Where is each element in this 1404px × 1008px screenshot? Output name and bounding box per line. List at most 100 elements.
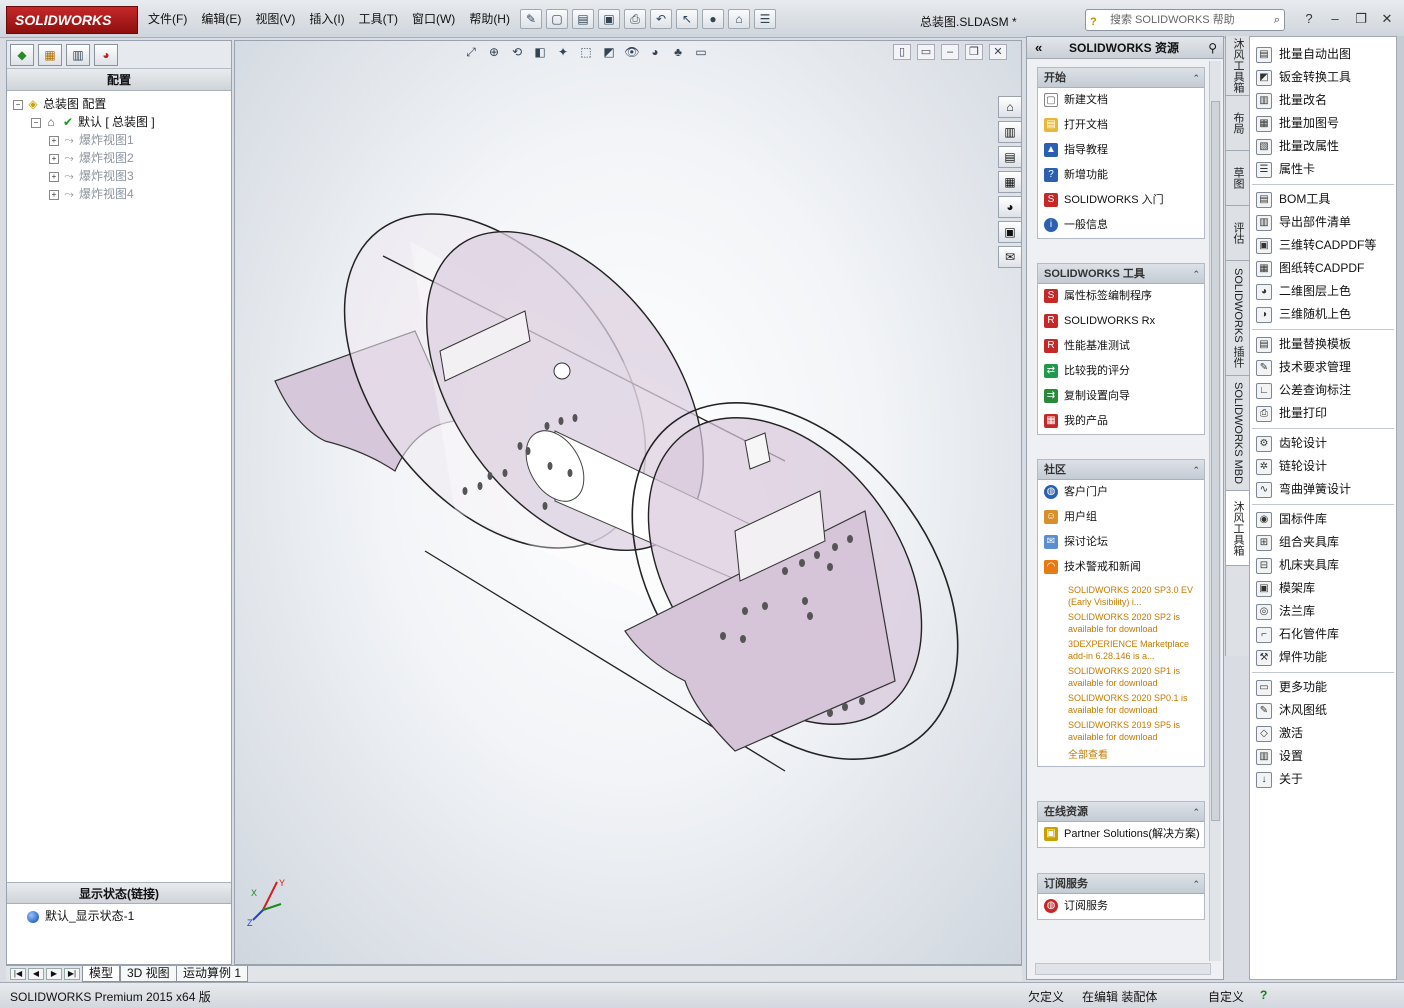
- file-properties-icon[interactable]: ⌂: [728, 9, 750, 29]
- news-item[interactable]: SOLIDWORKS 2020 SP0.1 is available for d…: [1038, 692, 1200, 716]
- property-manager-tab-icon[interactable]: ▦: [38, 44, 62, 66]
- tree-explode-view[interactable]: + ⤳ 爆炸视图3: [13, 167, 225, 185]
- link-views-icon[interactable]: ▭: [917, 44, 935, 60]
- plugin-item[interactable]: ◎ 法兰库: [1250, 600, 1396, 623]
- hide-show-icon[interactable]: 👁: [622, 43, 642, 61]
- section-online-header[interactable]: 在线资源 ⌃: [1038, 802, 1204, 822]
- res-discussion-forum[interactable]: ✉ 探讨论坛: [1038, 530, 1204, 555]
- section-community-header[interactable]: 社区 ⌃: [1038, 460, 1204, 480]
- vtab-evaluate[interactable]: 评估: [1226, 206, 1249, 261]
- options-icon[interactable]: ☰: [754, 9, 776, 29]
- appearances-icon[interactable]: ◕: [998, 196, 1022, 218]
- traffic-light-icon[interactable]: ●: [702, 9, 724, 29]
- plugin-item[interactable]: ▥ 设置: [1250, 745, 1396, 768]
- split-view-icon[interactable]: ▯: [893, 44, 911, 60]
- vtab-toolbox-active[interactable]: 沐风工具箱: [1226, 491, 1249, 566]
- plugin-item[interactable]: ▦ 批量加图号: [1250, 112, 1396, 135]
- plugin-item[interactable]: ↓ 关于: [1250, 768, 1396, 791]
- res-open-document[interactable]: ▤ 打开文档: [1038, 113, 1204, 138]
- display-style-icon[interactable]: ◩: [599, 43, 619, 61]
- help-icon[interactable]: ?: [1298, 9, 1320, 29]
- menu-edit[interactable]: 编辑(E): [201, 10, 241, 27]
- expand-icon[interactable]: +: [49, 171, 59, 182]
- plugin-item[interactable]: ▤ BOM工具: [1250, 188, 1396, 211]
- plugin-item[interactable]: ⎙ 批量打印: [1250, 402, 1396, 425]
- res-new-document[interactable]: ▢ 新建文档: [1038, 88, 1204, 113]
- plugin-item[interactable]: ▣ 三维转CADPDF等: [1250, 234, 1396, 257]
- custom-properties-icon[interactable]: ▣: [998, 221, 1022, 243]
- expand-icon[interactable]: +: [49, 189, 59, 200]
- status-custom-units[interactable]: 自定义: [1208, 988, 1244, 1005]
- tab-motion-study[interactable]: 运动算例 1: [176, 966, 249, 982]
- plugin-item[interactable]: ∟ 公差查询标注: [1250, 379, 1396, 402]
- edit-appearance-icon[interactable]: ◕: [645, 43, 665, 61]
- help-search-input[interactable]: ? 搜索 SOLIDWORKS 帮助 ⌕: [1085, 9, 1285, 31]
- scrollbar-thumb[interactable]: [1211, 101, 1220, 821]
- assembly-model[interactable]: [265, 211, 965, 811]
- viewport-close-icon[interactable]: ✕: [989, 44, 1007, 60]
- tree-explode-view[interactable]: + ⤳ 爆炸视图4: [13, 185, 225, 203]
- news-item[interactable]: SOLIDWORKS 2020 SP3.0 EV (Early Visibili…: [1038, 584, 1200, 608]
- menu-file[interactable]: 文件(F): [148, 10, 187, 27]
- res-general-info[interactable]: i 一般信息: [1038, 213, 1204, 238]
- plugin-item[interactable]: ◇ 激活: [1250, 722, 1396, 745]
- res-whats-new[interactable]: ? 新增功能: [1038, 163, 1204, 188]
- tab-model[interactable]: 模型: [82, 966, 121, 982]
- plugin-item[interactable]: ⌐ 石化管件库: [1250, 623, 1396, 646]
- plugin-item[interactable]: ▣ 模架库: [1250, 577, 1396, 600]
- section-start-header[interactable]: 开始 ⌃: [1038, 68, 1204, 88]
- vtab-layout[interactable]: 布局: [1226, 96, 1249, 151]
- news-item[interactable]: 3DEXPERIENCE Marketplace add-in 6.28.146…: [1038, 638, 1200, 662]
- res-performance-benchmark[interactable]: R 性能基准测试: [1038, 334, 1204, 359]
- new-document-icon[interactable]: ▢: [546, 9, 568, 29]
- tab-3d-view[interactable]: 3D 视图: [120, 966, 177, 982]
- restore-icon[interactable]: ❐: [1350, 9, 1372, 29]
- menu-tools[interactable]: 工具(T): [359, 10, 398, 27]
- res-tutorials[interactable]: ▲ 指导教程: [1038, 138, 1204, 163]
- res-subscription-services[interactable]: ◍ 订阅服务: [1038, 894, 1204, 919]
- save-icon[interactable]: ▣: [598, 9, 620, 29]
- select-arrow-icon[interactable]: ↖: [676, 9, 698, 29]
- zoom-area-icon[interactable]: ⊕: [484, 43, 504, 61]
- plugin-item[interactable]: ▥ 批量改名: [1250, 89, 1396, 112]
- apply-scene-icon[interactable]: ♣: [668, 43, 688, 61]
- collapse-icon[interactable]: −: [31, 117, 41, 128]
- view-settings-icon[interactable]: ▭: [691, 43, 711, 61]
- viewport-minimize-icon[interactable]: –: [941, 44, 959, 60]
- plugin-item[interactable]: ⊞ 组合夹具库: [1250, 531, 1396, 554]
- news-item[interactable]: SOLIDWORKS 2020 SP1 is available for dow…: [1038, 665, 1200, 689]
- plugin-item[interactable]: ◩ 钣金转换工具: [1250, 66, 1396, 89]
- plugin-item[interactable]: ▤ 批量自动出图: [1250, 43, 1396, 66]
- view-palette-icon[interactable]: ▦: [998, 171, 1022, 193]
- news-item[interactable]: SOLIDWORKS 2019 SP5 is available for dow…: [1038, 719, 1200, 743]
- print-icon[interactable]: ⎙: [624, 9, 646, 29]
- res-tech-alerts[interactable]: ◠ 技术警戒和新闻: [1038, 555, 1204, 580]
- plugin-item[interactable]: ☰ 属性卡: [1250, 158, 1396, 181]
- feature-manager-tab-icon[interactable]: ◆: [10, 44, 34, 66]
- minimize-icon[interactable]: –: [1324, 9, 1346, 29]
- view-orientation-icon[interactable]: ⬚: [576, 43, 596, 61]
- vtab-toolbox[interactable]: 沐风工具箱: [1226, 36, 1249, 96]
- resources-horizontal-scrollbar[interactable]: [1035, 963, 1211, 975]
- res-compare-scores[interactable]: ⇄ 比较我的评分: [1038, 359, 1204, 384]
- plugin-item[interactable]: ⚙ 齿轮设计: [1250, 432, 1396, 455]
- previous-view-icon[interactable]: ⟲: [507, 43, 527, 61]
- section-view-icon[interactable]: ◧: [530, 43, 550, 61]
- plugin-item[interactable]: ▤ 批量替换模板: [1250, 333, 1396, 356]
- viewport-restore-icon[interactable]: ❐: [965, 44, 983, 60]
- collapse-icon[interactable]: ⌃: [1192, 874, 1200, 894]
- display-state-item[interactable]: 默认_显示状态-1: [27, 907, 134, 924]
- display-manager-tab-icon[interactable]: ◕: [94, 44, 118, 66]
- menu-window[interactable]: 窗口(W): [412, 10, 455, 27]
- res-my-products[interactable]: ▦ 我的产品: [1038, 409, 1204, 434]
- section-subscription-header[interactable]: 订阅服务 ⌃: [1038, 874, 1204, 894]
- vtab-sketch[interactable]: 草图: [1226, 151, 1249, 206]
- plugin-item[interactable]: ◕ 二维图层上色: [1250, 280, 1396, 303]
- collapse-panel-icon[interactable]: «: [1035, 37, 1042, 59]
- search-icon[interactable]: ⌕: [1274, 10, 1280, 30]
- last-tab-icon[interactable]: ▶|: [64, 968, 80, 980]
- plugin-item[interactable]: ▭ 更多功能: [1250, 676, 1396, 699]
- resources-vertical-scrollbar[interactable]: [1209, 61, 1221, 961]
- tree-root[interactable]: − ◈ 总装图 配置: [13, 95, 225, 113]
- expand-icon[interactable]: +: [49, 153, 59, 164]
